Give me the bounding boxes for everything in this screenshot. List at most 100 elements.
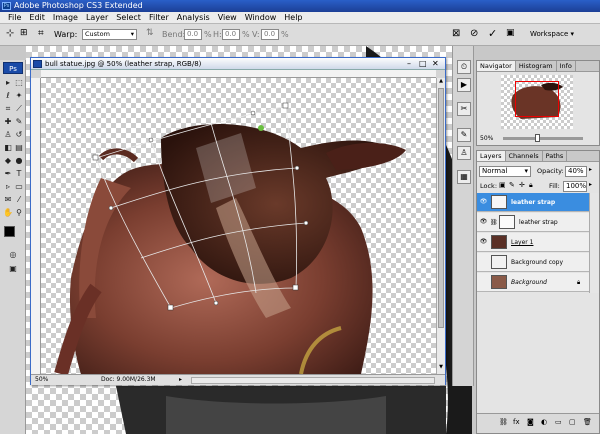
- clone-source-icon[interactable]: ♙: [457, 146, 471, 160]
- lasso-tool-icon[interactable]: ℓ: [3, 91, 13, 101]
- layer-row-leather-strap[interactable]: 👁︎ ⛓︎ leather strap: [477, 213, 589, 232]
- crop-tool-icon[interactable]: ⌗: [3, 104, 13, 114]
- menu-help[interactable]: Help: [280, 13, 306, 22]
- layer-name[interactable]: Layer 1: [511, 233, 533, 252]
- vertical-scrollbar[interactable]: ▲ ▼: [436, 78, 445, 374]
- path-selection-icon[interactable]: ▹: [3, 182, 13, 192]
- swatches-panel-icon[interactable]: ▦: [457, 170, 471, 184]
- fill-dropdown-icon[interactable]: ▸: [589, 181, 592, 188]
- eyedropper-tool-icon[interactable]: ⁄: [14, 195, 24, 205]
- quick-mask-icon[interactable]: ◎: [8, 250, 18, 260]
- new-layer-icon[interactable]: ▢: [569, 418, 576, 426]
- shape-tool-icon[interactable]: ▭: [14, 182, 24, 192]
- notes-tool-icon[interactable]: ✉: [3, 195, 13, 205]
- menu-image[interactable]: Image: [49, 13, 82, 22]
- brush-tool-icon[interactable]: ✎: [14, 117, 24, 127]
- tab-channels[interactable]: Channels: [506, 151, 543, 161]
- close-icon[interactable]: ✕: [432, 58, 439, 70]
- tool-presets-icon[interactable]: ✂: [457, 102, 471, 116]
- clone-stamp-icon[interactable]: ♙: [3, 130, 13, 140]
- history-panel-icon[interactable]: ⏲: [457, 60, 471, 74]
- transform-tool-icon[interactable]: ⊹: [6, 28, 14, 39]
- screen-mode-icon[interactable]: ▣: [8, 264, 18, 274]
- change-orientation-icon[interactable]: ⇅: [146, 28, 154, 38]
- zoom-tool-icon[interactable]: ⚲: [14, 208, 24, 218]
- lock-all-icon[interactable]: 🔒︎: [529, 181, 533, 190]
- layer-row-background[interactable]: Background 🔒︎: [477, 273, 589, 292]
- tab-layers[interactable]: Layers: [477, 151, 506, 161]
- blend-mode-select[interactable]: Normal ▾: [479, 166, 531, 177]
- menu-filter[interactable]: Filter: [145, 13, 173, 22]
- adjustment-layer-icon[interactable]: ◐: [541, 418, 547, 426]
- eraser-tool-icon[interactable]: ◧: [3, 143, 13, 153]
- type-tool-icon[interactable]: T: [14, 169, 24, 179]
- lock-position-icon[interactable]: ✛: [519, 181, 525, 189]
- menu-layer[interactable]: Layer: [82, 13, 112, 22]
- document-size-info[interactable]: Doc: 9.00M/26.3M: [101, 375, 156, 385]
- layer-row-background-copy[interactable]: Background copy: [477, 253, 589, 272]
- visibility-eye-icon[interactable]: 👁︎: [479, 218, 488, 226]
- layer-style-icon[interactable]: fx: [513, 418, 520, 426]
- tab-info[interactable]: Info: [557, 61, 576, 71]
- scroll-up-icon[interactable]: ▲: [438, 78, 444, 85]
- hand-tool-icon[interactable]: ✋: [3, 208, 13, 218]
- layer-name[interactable]: leather strap: [519, 213, 558, 232]
- dodge-tool-icon[interactable]: ●: [14, 156, 24, 166]
- add-mask-icon[interactable]: ◙: [527, 418, 534, 426]
- move-tool-icon[interactable]: ▸: [3, 78, 13, 88]
- healing-brush-icon[interactable]: ✚: [3, 117, 13, 127]
- menu-select[interactable]: Select: [112, 13, 145, 22]
- link-layers-icon[interactable]: ⛓︎: [499, 418, 508, 426]
- layer-name[interactable]: Background copy: [511, 253, 563, 272]
- scroll-down-icon[interactable]: ▼: [438, 364, 444, 371]
- new-group-icon[interactable]: ▭: [555, 418, 562, 426]
- marquee-tool-icon[interactable]: ⬚: [14, 78, 24, 88]
- navigator-thumbnail[interactable]: [501, 75, 573, 129]
- maximize-icon[interactable]: □: [419, 58, 427, 70]
- lock-pixels-icon[interactable]: ✎: [509, 181, 515, 189]
- layer-row-layer-1[interactable]: 👁︎ Layer 1: [477, 233, 589, 252]
- menu-edit[interactable]: Edit: [25, 13, 49, 22]
- slice-tool-icon[interactable]: ⟋: [14, 104, 24, 114]
- cancel-transform-icon[interactable]: ⊘: [470, 28, 478, 39]
- reference-point-icon[interactable]: ⊞: [20, 28, 28, 38]
- workspace-menu[interactable]: Workspace ▾: [530, 30, 574, 38]
- layers-scrollbar[interactable]: [589, 193, 599, 293]
- layer-name[interactable]: leather strap: [511, 193, 555, 212]
- minimize-icon[interactable]: –: [407, 58, 411, 70]
- opacity-input[interactable]: 40%: [565, 166, 587, 177]
- visibility-empty-icon[interactable]: [479, 258, 488, 266]
- opacity-dropdown-icon[interactable]: ▸: [589, 166, 592, 173]
- visibility-eye-icon[interactable]: 👁︎: [479, 238, 488, 246]
- visibility-empty-icon[interactable]: [479, 278, 488, 286]
- foreground-color-swatch[interactable]: [4, 226, 15, 237]
- magic-wand-tool-icon[interactable]: ✦: [14, 91, 24, 101]
- menu-analysis[interactable]: Analysis: [173, 13, 214, 22]
- scroll-thumb[interactable]: [438, 88, 444, 328]
- menu-file[interactable]: File: [4, 13, 25, 22]
- tab-paths[interactable]: Paths: [543, 151, 568, 161]
- actions-panel-icon[interactable]: ▶: [457, 78, 471, 92]
- lock-transparency-icon[interactable]: ▣: [499, 181, 506, 189]
- pen-tool-icon[interactable]: ✒: [3, 169, 13, 179]
- h-distortion-input[interactable]: 0.0: [222, 29, 240, 40]
- navigator-view-box[interactable]: [515, 81, 559, 117]
- navigator-zoom-handle[interactable]: [535, 134, 540, 142]
- layer-row-leather-strap-smart[interactable]: 👁︎ leather strap: [477, 193, 589, 212]
- zoom-level[interactable]: 50%: [35, 375, 48, 385]
- menu-view[interactable]: View: [214, 13, 241, 22]
- warp-mode-icon[interactable]: ⌗: [38, 28, 44, 39]
- toggle-warp-icon[interactable]: ⊠: [452, 28, 460, 39]
- navigator-zoom-slider[interactable]: [503, 137, 583, 140]
- status-menu-icon[interactable]: ▸: [179, 375, 182, 385]
- bridge-icon[interactable]: ▣: [506, 28, 515, 38]
- visibility-eye-icon[interactable]: 👁︎: [479, 198, 488, 206]
- tab-navigator[interactable]: Navigator: [477, 61, 516, 71]
- menu-window[interactable]: Window: [241, 13, 281, 22]
- warp-style-select[interactable]: Custom ▾: [82, 29, 137, 40]
- tab-histogram[interactable]: Histogram: [516, 61, 557, 71]
- v-distortion-input[interactable]: 0.0: [261, 29, 279, 40]
- navigator-zoom[interactable]: 50%: [480, 135, 493, 142]
- delete-layer-icon[interactable]: 🗑︎: [583, 418, 592, 426]
- layer-name[interactable]: Background: [511, 273, 547, 292]
